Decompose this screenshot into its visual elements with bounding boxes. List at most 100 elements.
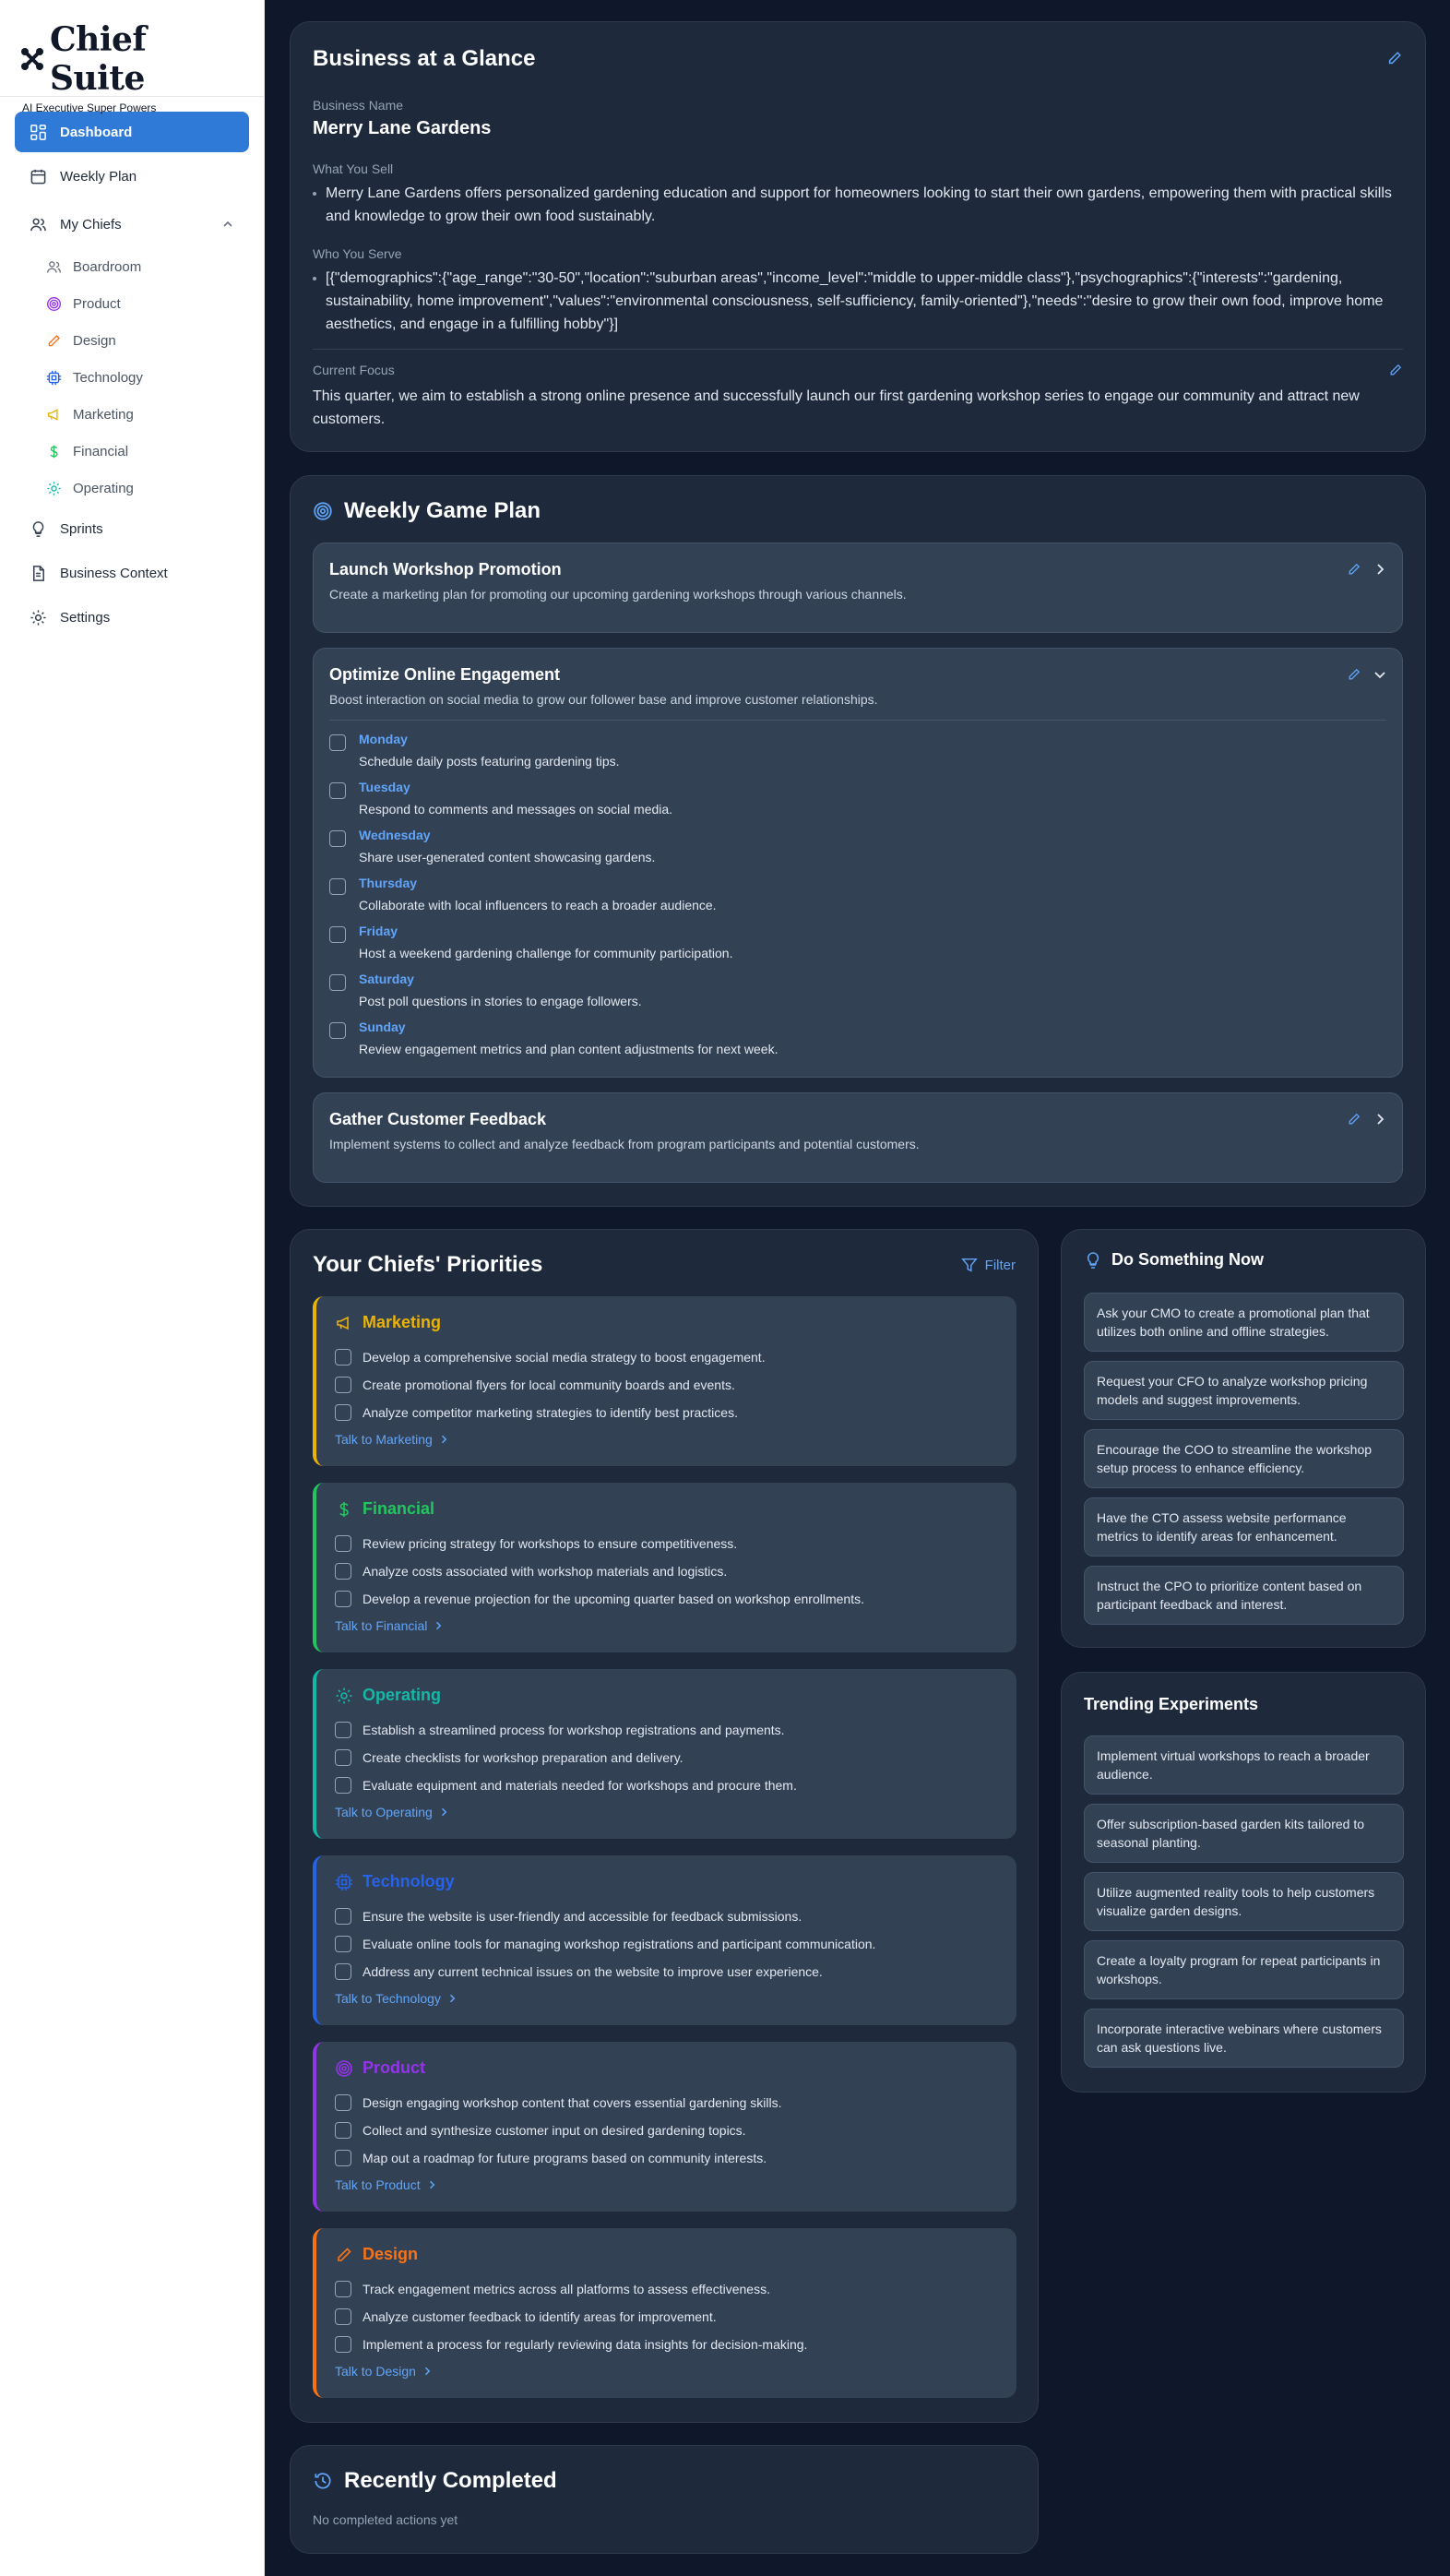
goal-title: Gather Customer Feedback xyxy=(329,1110,547,1128)
task-checkbox[interactable] xyxy=(335,2308,351,2325)
task-text: Analyze costs associated with workshop m… xyxy=(362,1564,728,1579)
sidebar-item-boardroom[interactable]: Boardroom xyxy=(15,248,249,285)
chief-task: Map out a roadmap for future programs ba… xyxy=(335,2144,998,2172)
filter-label: Filter xyxy=(984,1257,1016,1273)
chief-task: Develop a comprehensive social media str… xyxy=(335,1343,998,1371)
nav-business-context[interactable]: Business Context xyxy=(15,553,249,593)
sidebar-item-marketing[interactable]: Marketing xyxy=(15,396,249,433)
task-checkbox[interactable] xyxy=(335,2336,351,2353)
task-text: Map out a roadmap for future programs ba… xyxy=(362,2151,767,2165)
chief-task: Analyze costs associated with workshop m… xyxy=(335,1557,998,1585)
chief-name: Operating xyxy=(362,1686,442,1704)
experiment-item[interactable]: Offer subscription-based garden kits tai… xyxy=(1084,1804,1404,1863)
suggestion-item[interactable]: Ask your CMO to create a promotional pla… xyxy=(1084,1293,1404,1352)
task-text: Develop a comprehensive social media str… xyxy=(362,1350,766,1365)
task-checkbox[interactable] xyxy=(335,1535,351,1552)
gear-icon xyxy=(336,1688,352,1703)
task-checkbox[interactable] xyxy=(335,2122,351,2139)
nav-settings[interactable]: Settings xyxy=(15,597,249,638)
task-checkbox[interactable] xyxy=(335,1936,351,1952)
sidebar-item-technology[interactable]: Technology xyxy=(15,359,249,396)
task-checkbox[interactable] xyxy=(335,1722,351,1738)
experiment-item[interactable]: Utilize augmented reality tools to help … xyxy=(1084,1872,1404,1931)
nav-my-chiefs[interactable]: My Chiefs xyxy=(15,204,249,244)
task-text: Implement a process for regularly review… xyxy=(362,2337,808,2352)
task-checkbox[interactable] xyxy=(335,1749,351,1766)
day-name: Saturday xyxy=(359,972,414,986)
filter-button[interactable]: Filter xyxy=(960,1257,1016,1273)
edit-pencil-icon[interactable] xyxy=(1347,667,1361,682)
task-checkbox[interactable] xyxy=(335,1777,351,1794)
chief-task: Review pricing strategy for workshops to… xyxy=(335,1530,998,1557)
who-you-serve-label: Who You Serve xyxy=(313,246,402,261)
task-checkbox[interactable] xyxy=(335,1349,351,1366)
goal-card-expanded[interactable]: Optimize Online Engagement Boost interac… xyxy=(313,648,1403,1078)
chevron-right-icon[interactable] xyxy=(1373,562,1387,577)
chief-task-list: Establish a streamlined process for work… xyxy=(335,1716,998,1799)
sidebar-item-operating[interactable]: Operating xyxy=(15,470,249,507)
current-focus-text: This quarter, we aim to establish a stro… xyxy=(313,388,1360,427)
talk-to-financial-link[interactable]: Talk to Financial xyxy=(335,1618,998,1633)
suggestion-item[interactable]: Request your CFO to analyze workshop pri… xyxy=(1084,1361,1404,1420)
edit-pencil-icon[interactable] xyxy=(1347,1112,1361,1127)
chevron-up-icon[interactable] xyxy=(221,218,234,231)
task-checkbox[interactable] xyxy=(335,1563,351,1580)
day-task: Collaborate with local influencers to re… xyxy=(359,898,717,912)
task-checkbox[interactable] xyxy=(329,782,346,799)
nav-dashboard[interactable]: Dashboard xyxy=(15,112,249,152)
chief-task: Analyze customer feedback to identify ar… xyxy=(335,2303,998,2331)
task-checkbox[interactable] xyxy=(329,1022,346,1039)
talk-to-technology-link[interactable]: Talk to Technology xyxy=(335,1991,998,2006)
sidebar-item-financial[interactable]: Financial xyxy=(15,433,249,470)
suggestion-item[interactable]: Instruct the CPO to prioritize content b… xyxy=(1084,1566,1404,1625)
task-checkbox[interactable] xyxy=(335,1908,351,1925)
chief-task: Create checklists for workshop preparati… xyxy=(335,1744,998,1771)
chief-task: Develop a revenue projection for the upc… xyxy=(335,1585,998,1613)
task-checkbox[interactable] xyxy=(329,926,346,943)
edit-pencil-icon[interactable] xyxy=(1388,363,1403,377)
task-checkbox[interactable] xyxy=(335,1591,351,1607)
goal-card[interactable]: Launch Workshop Promotion Create a marke… xyxy=(313,543,1403,633)
talk-to-marketing-link[interactable]: Talk to Marketing xyxy=(335,1432,998,1447)
task-checkbox[interactable] xyxy=(335,2150,351,2166)
experiment-item[interactable]: Create a loyalty program for repeat part… xyxy=(1084,1940,1404,1999)
talk-to-design-link[interactable]: Talk to Design xyxy=(335,2364,998,2379)
task-checkbox[interactable] xyxy=(329,734,346,751)
task-checkbox[interactable] xyxy=(329,878,346,895)
edit-pencil-icon[interactable] xyxy=(1386,50,1403,66)
suggestion-item[interactable]: Encourage the COO to streamline the work… xyxy=(1084,1429,1404,1488)
task-checkbox[interactable] xyxy=(329,830,346,847)
talk-to-operating-link[interactable]: Talk to Operating xyxy=(335,1805,998,1819)
task-text: Analyze competitor marketing strategies … xyxy=(362,1405,738,1420)
chevron-right-icon[interactable] xyxy=(1373,1112,1387,1127)
business-at-a-glance-card: Business at a Glance Business Name Merry… xyxy=(290,21,1426,452)
experiment-item[interactable]: Incorporate interactive webinars where c… xyxy=(1084,2009,1404,2068)
task-checkbox[interactable] xyxy=(335,1377,351,1393)
sidebar-item-design[interactable]: Design xyxy=(15,322,249,359)
task-checkbox[interactable] xyxy=(335,2094,351,2111)
suggestion-item[interactable]: Have the CTO assess website performance … xyxy=(1084,1497,1404,1556)
chief-task: Analyze competitor marketing strategies … xyxy=(335,1399,998,1426)
nav-weekly-plan[interactable]: Weekly Plan xyxy=(15,156,249,197)
goal-title: Optimize Online Engagement xyxy=(329,665,561,684)
current-focus-section: Current Focus This quarter, we aim to es… xyxy=(313,363,1403,431)
task-checkbox[interactable] xyxy=(329,974,346,991)
edit-pencil-icon[interactable] xyxy=(1347,562,1361,577)
chief-task: Evaluate online tools for managing works… xyxy=(335,1930,998,1958)
task-checkbox[interactable] xyxy=(335,1963,351,1980)
current-focus-label: Current Focus xyxy=(313,363,395,377)
talk-to-product-link[interactable]: Talk to Product xyxy=(335,2177,998,2192)
chiefs-priorities-card: Your Chiefs' Priorities Filter Marketing… xyxy=(290,1229,1039,2423)
logo[interactable]: Chief Suite xyxy=(20,20,244,98)
chief-name: Product xyxy=(362,2058,426,2077)
task-checkbox[interactable] xyxy=(335,1404,351,1421)
talk-label: Talk to Operating xyxy=(335,1805,433,1819)
chevron-right-icon xyxy=(441,1435,447,1444)
task-checkbox[interactable] xyxy=(335,2281,351,2297)
chevron-down-icon[interactable] xyxy=(1373,667,1387,682)
cpu-icon xyxy=(336,1873,352,1890)
nav-sprints[interactable]: Sprints xyxy=(15,508,249,549)
experiment-item[interactable]: Implement virtual workshops to reach a b… xyxy=(1084,1735,1404,1795)
goal-card[interactable]: Gather Customer Feedback Implement syste… xyxy=(313,1092,1403,1183)
sidebar-item-product[interactable]: Product xyxy=(15,285,249,322)
